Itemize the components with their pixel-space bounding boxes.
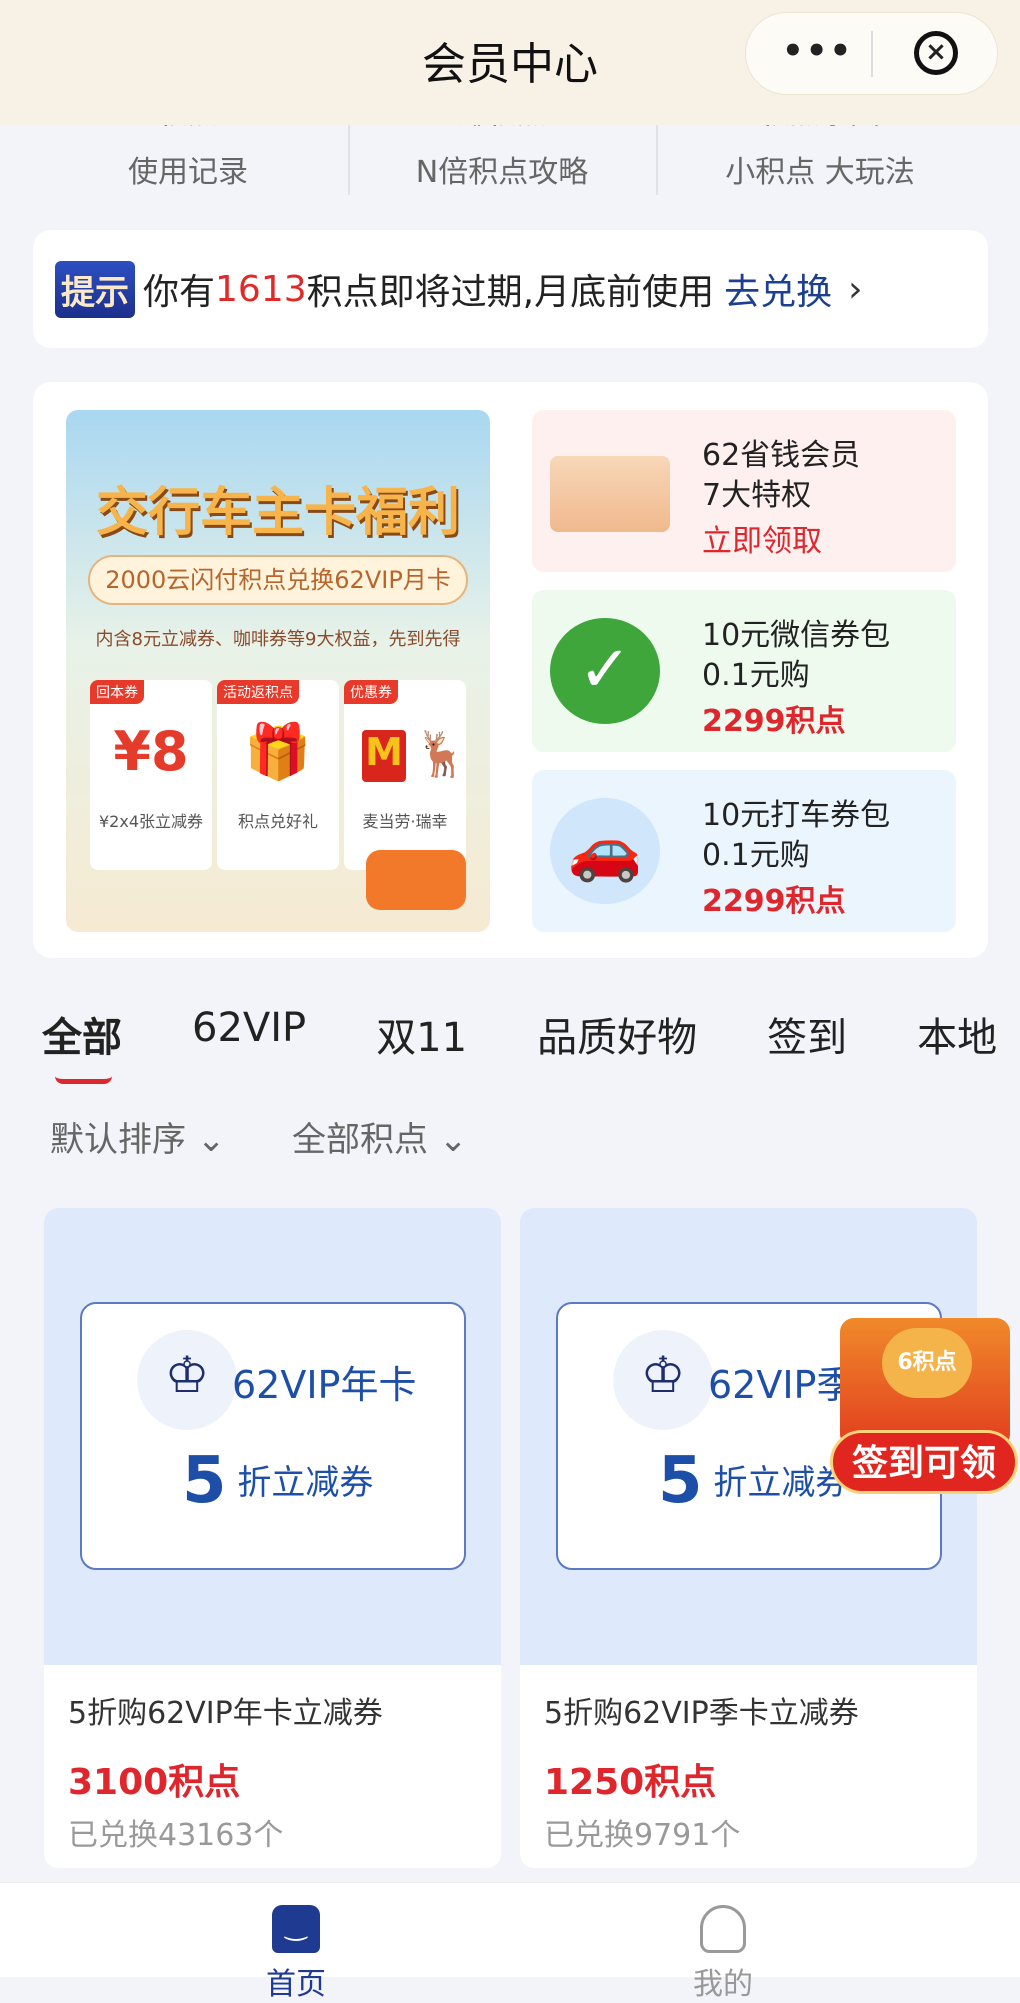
tab-quality-goods[interactable]: 品质好物 [537,1005,697,1063]
more-dots-icon[interactable]: ••• [782,31,853,71]
expiry-notice[interactable]: 提示 你有 1613 积点即将过期,月底前使用 去兑换 › [33,230,988,348]
chevron-right-icon: › [848,268,863,310]
side-item-wechat-pack[interactable]: ✓ 10元微信券包 0.1元购 2299积点 [532,590,956,752]
nav-me[interactable]: 我的 [693,1959,753,2003]
ticket: 回本券 ¥8 ¥2x4张立减券 [90,680,212,870]
tip-badge: 提示 [55,260,135,318]
crown-icon: ♔ [137,1330,237,1430]
tab-checkin[interactable]: 签到 [767,1005,847,1063]
ticket: 活动返积点 🎁 积点兑好礼 [217,680,339,870]
product-image: ♔ 62VIP年卡 5 折立减券 [44,1208,501,1665]
bottom-nav: ‿ 首页 我的 [0,1882,1020,2002]
tab-double11[interactable]: 双11 [376,1005,467,1063]
divider [871,31,873,77]
luckin-deer-icon: 🦌 [414,729,469,780]
product-card[interactable]: ♔ 62VIP年卡 5 折立减券 5折购62VIP年卡立减券 3100积点 已兑… [44,1208,501,1868]
sort-dropdown[interactable]: 默认排序 ⌄ [50,1112,225,1161]
car-card-banner[interactable]: 交行车主卡福利 2000云闪付积点兑换62VIP月卡 内含8元立减券、咖啡券等9… [66,410,490,932]
side-item-taxi-pack[interactable]: 🚗 10元打车券包 0.1元购 2299积点 [532,770,956,932]
chevron-down-icon: ⌄ [196,1120,226,1160]
nav-home[interactable]: 首页 [266,1959,326,2003]
user-icon[interactable] [700,1905,746,1953]
active-tab-indicator [55,1076,112,1084]
expiring-points: 1613 [215,268,307,310]
close-circle-icon[interactable]: × [914,31,958,75]
chevron-down-icon: ⌄ [438,1120,468,1160]
tab-local[interactable]: 本地 [917,1005,997,1063]
top-bar: 会员中心 ••• × [0,0,1020,125]
car-icon: 🚗 [550,798,660,904]
car-illustration-icon [366,850,466,910]
home-icon[interactable]: ‿ [272,1905,320,1953]
mcdonalds-logo-icon: M [362,730,406,782]
category-tabs: 全部 62VIP 双11 品质好物 签到 本地 [42,1005,1020,1063]
vip-card-gift-icon [550,456,670,532]
wechat-pay-icon: ✓ [550,618,660,724]
checkin-reward-float[interactable]: 6积点 签到可领 [830,1318,1018,1498]
crown-icon: ♔ [613,1330,713,1430]
redeem-link[interactable]: 去兑换 [724,263,832,315]
tab-all[interactable]: 全部 [42,1005,122,1063]
divider [656,125,658,195]
product-card[interactable]: ♔ 62VIP季卡 5 折立减券 5折购62VIP季卡立减券 1250积点 已兑… [520,1208,977,1868]
mini-program-capsule: ••• × [745,12,998,95]
points-filter-dropdown[interactable]: 全部积点 ⌄ [292,1112,467,1161]
ticket: 优惠券 M 🦌 麦当劳·瑞幸 [344,680,469,870]
gift-icon: 🎁 [244,720,312,783]
tab-62vip[interactable]: 62VIP [192,1005,306,1063]
promo-section: 交行车主卡福利 2000云闪付积点兑换62VIP月卡 内含8元立减券、咖啡券等9… [33,382,988,958]
side-item-62vip[interactable]: 62省钱会员 7大特权 立即领取 [532,410,956,572]
